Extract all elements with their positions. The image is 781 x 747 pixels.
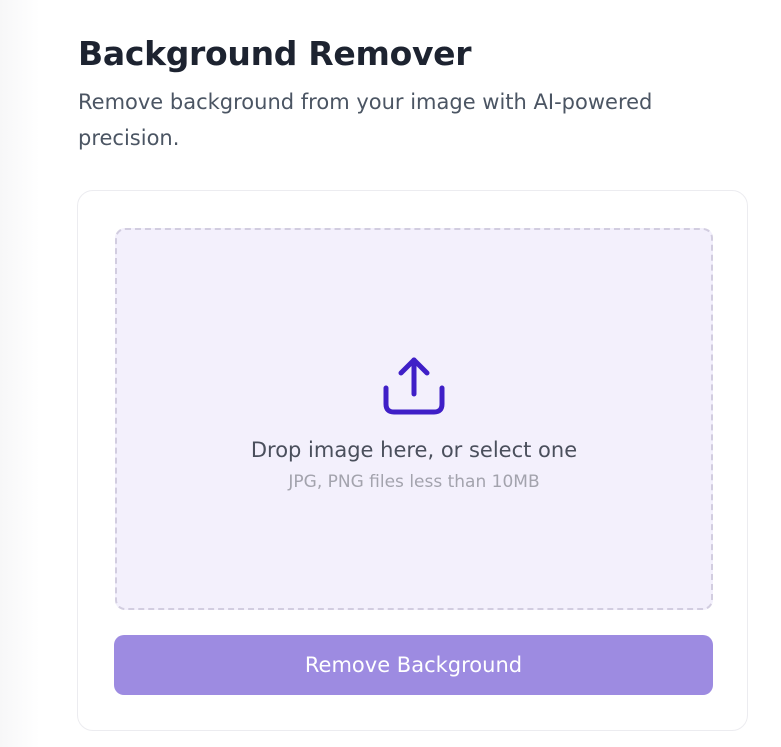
page-title: Background Remover	[78, 34, 472, 73]
page-subtitle: Remove background from your image with A…	[78, 90, 653, 150]
dropzone-prompt: Drop image here, or select one	[250, 438, 578, 462]
dropzone-hint: JPG, PNG files less than 10MB	[288, 472, 540, 492]
image-dropzone[interactable]: Drop image here, or select one JPG, PNG …	[115, 228, 713, 610]
page-header: Background Remover Remove background fro…	[78, 30, 718, 156]
page: Background Remover Remove background fro…	[0, 0, 781, 747]
remove-background-button[interactable]: Remove Background	[114, 635, 713, 695]
upload-icon	[383, 357, 445, 415]
upload-card: Drop image here, or select one JPG, PNG …	[77, 190, 748, 731]
